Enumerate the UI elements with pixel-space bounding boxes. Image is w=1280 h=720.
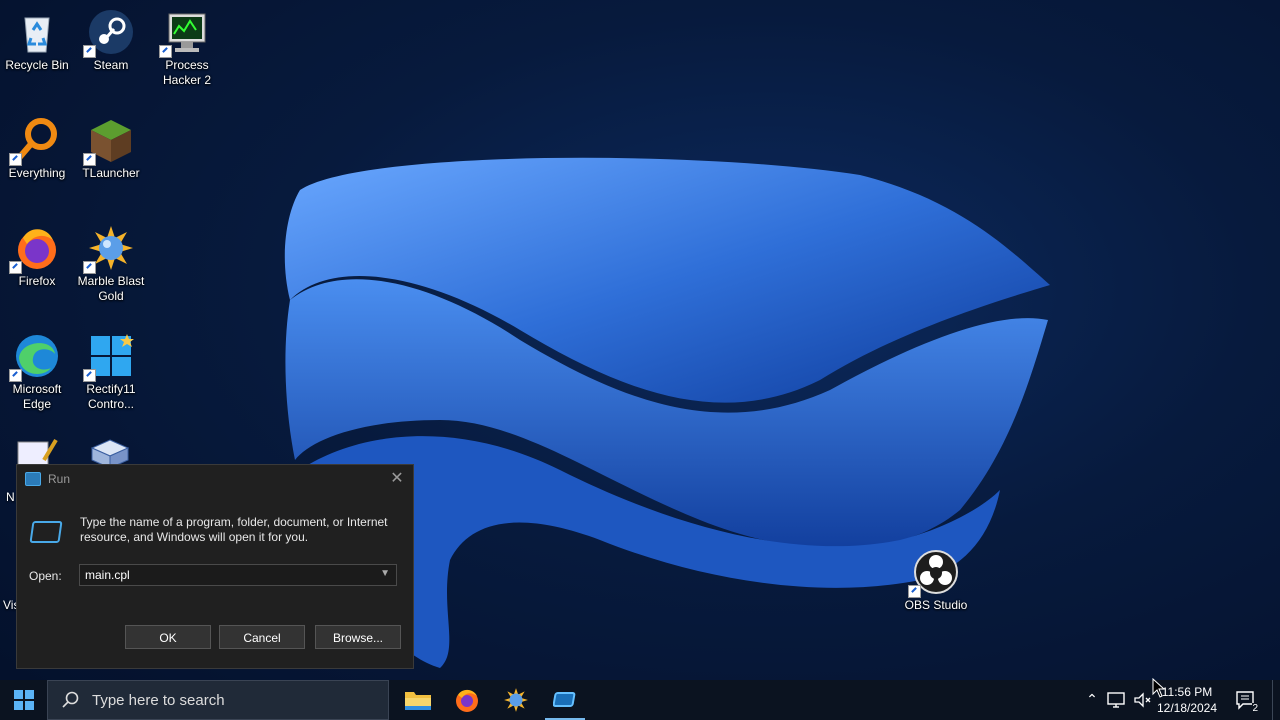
notification-count-badge: 2	[1252, 703, 1258, 714]
marble-blast-icon	[83, 224, 135, 274]
desktop-icon-label: Steam	[93, 58, 129, 72]
run-titlebar[interactable]: Run ✕	[17, 465, 413, 493]
obs-icon	[908, 548, 960, 598]
open-label: Open:	[29, 569, 62, 583]
shortcut-arrow-icon	[83, 261, 96, 274]
ok-button[interactable]: OK	[125, 625, 211, 649]
chevron-up-icon[interactable]: ⌃	[1080, 692, 1104, 708]
run-description: Type the name of a program, folder, docu…	[80, 515, 388, 544]
taskbar-app-marble-blast[interactable]	[492, 680, 540, 720]
desktop-icon-process-hacker[interactable]: Process Hacker 2	[150, 0, 224, 88]
run-program-icon	[29, 521, 63, 543]
desktop-icon-label: Everything	[8, 166, 66, 180]
shortcut-arrow-icon	[159, 45, 172, 58]
desktop-icon-label: Process Hacker 2	[162, 58, 212, 87]
mouse-cursor-icon	[1152, 678, 1166, 698]
edge-icon	[9, 332, 61, 382]
run-title: Run	[48, 472, 71, 486]
desktop-icon-rectify11[interactable]: Rectify11 Contro...	[74, 324, 148, 412]
close-icon[interactable]: ✕	[387, 469, 407, 489]
run-icon	[25, 472, 41, 486]
run-dialog: Run ✕ Type the name of a program, folder…	[16, 464, 414, 669]
shortcut-arrow-icon	[9, 369, 22, 382]
start-button[interactable]	[0, 680, 47, 720]
system-tray: ⌃	[1080, 680, 1154, 720]
desktop-icon-label: Recycle Bin	[5, 58, 69, 72]
shortcut-arrow-icon	[83, 369, 96, 382]
steam-icon	[83, 8, 135, 58]
desktop-icon-label: TLauncher	[82, 166, 140, 180]
desktop-icon-edge[interactable]: Microsoft Edge	[0, 324, 74, 412]
process-hacker-icon	[159, 8, 211, 58]
firefox-icon	[9, 224, 61, 274]
network-icon[interactable]	[1106, 691, 1128, 709]
chevron-down-icon[interactable]: ▼	[380, 568, 390, 579]
open-input[interactable]	[80, 565, 370, 585]
desktop-icon-label: Marble Blast Gold	[77, 274, 145, 303]
desktop-icon-label: OBS Studio	[904, 598, 968, 612]
clock-date: 12/18/2024	[1156, 701, 1218, 715]
recycle-bin-icon	[13, 8, 61, 56]
cancel-button[interactable]: Cancel	[219, 625, 305, 649]
taskbar-search-box[interactable]	[47, 680, 389, 720]
desktop-icon-label: Firefox	[18, 274, 56, 288]
show-desktop-button[interactable]	[1272, 680, 1280, 720]
notification-center-button[interactable]: 2	[1232, 684, 1260, 716]
desktop-icon-recycle-bin[interactable]: Recycle Bin	[0, 0, 74, 73]
everything-search-icon	[9, 116, 61, 166]
open-combobox[interactable]: ▼	[79, 564, 397, 586]
firefox-icon	[456, 689, 478, 712]
shortcut-arrow-icon	[9, 261, 22, 274]
taskbar-app-file-explorer[interactable]	[394, 680, 442, 720]
shortcut-arrow-icon	[83, 153, 96, 166]
search-icon	[62, 691, 79, 708]
desktop-icon-firefox[interactable]: Firefox	[0, 216, 74, 289]
taskbar-app-firefox[interactable]	[443, 680, 491, 720]
desktop-icon-label: Rectify11 Contro...	[86, 382, 136, 411]
desktop-icon-tlauncher[interactable]: TLauncher	[74, 108, 148, 181]
desktop-icon-everything[interactable]: Everything	[0, 108, 74, 181]
shortcut-arrow-icon	[908, 585, 921, 598]
shortcut-arrow-icon	[83, 45, 96, 58]
windows-logo-icon	[13, 690, 34, 710]
partial-label-n: N	[6, 490, 15, 504]
file-explorer-icon	[405, 692, 431, 710]
search-input[interactable]	[90, 690, 374, 710]
tlauncher-icon	[83, 116, 135, 166]
shortcut-arrow-icon	[9, 153, 22, 166]
desktop-icon-label: Microsoft Edge	[12, 382, 62, 411]
desktop-icon-marble-blast[interactable]: Marble Blast Gold	[74, 216, 148, 304]
taskbar-app-run[interactable]	[541, 680, 589, 720]
marble-blast-icon	[504, 688, 528, 712]
browse-button[interactable]: Browse...	[315, 625, 401, 649]
run-footer: OK Cancel Browse...	[17, 612, 413, 668]
rectify11-icon	[83, 332, 135, 382]
volume-muted-icon[interactable]	[1132, 691, 1154, 709]
desktop-icon-obs[interactable]: OBS Studio	[899, 540, 973, 613]
desktop-icon-steam[interactable]: Steam	[74, 0, 148, 73]
run-icon	[553, 692, 576, 707]
